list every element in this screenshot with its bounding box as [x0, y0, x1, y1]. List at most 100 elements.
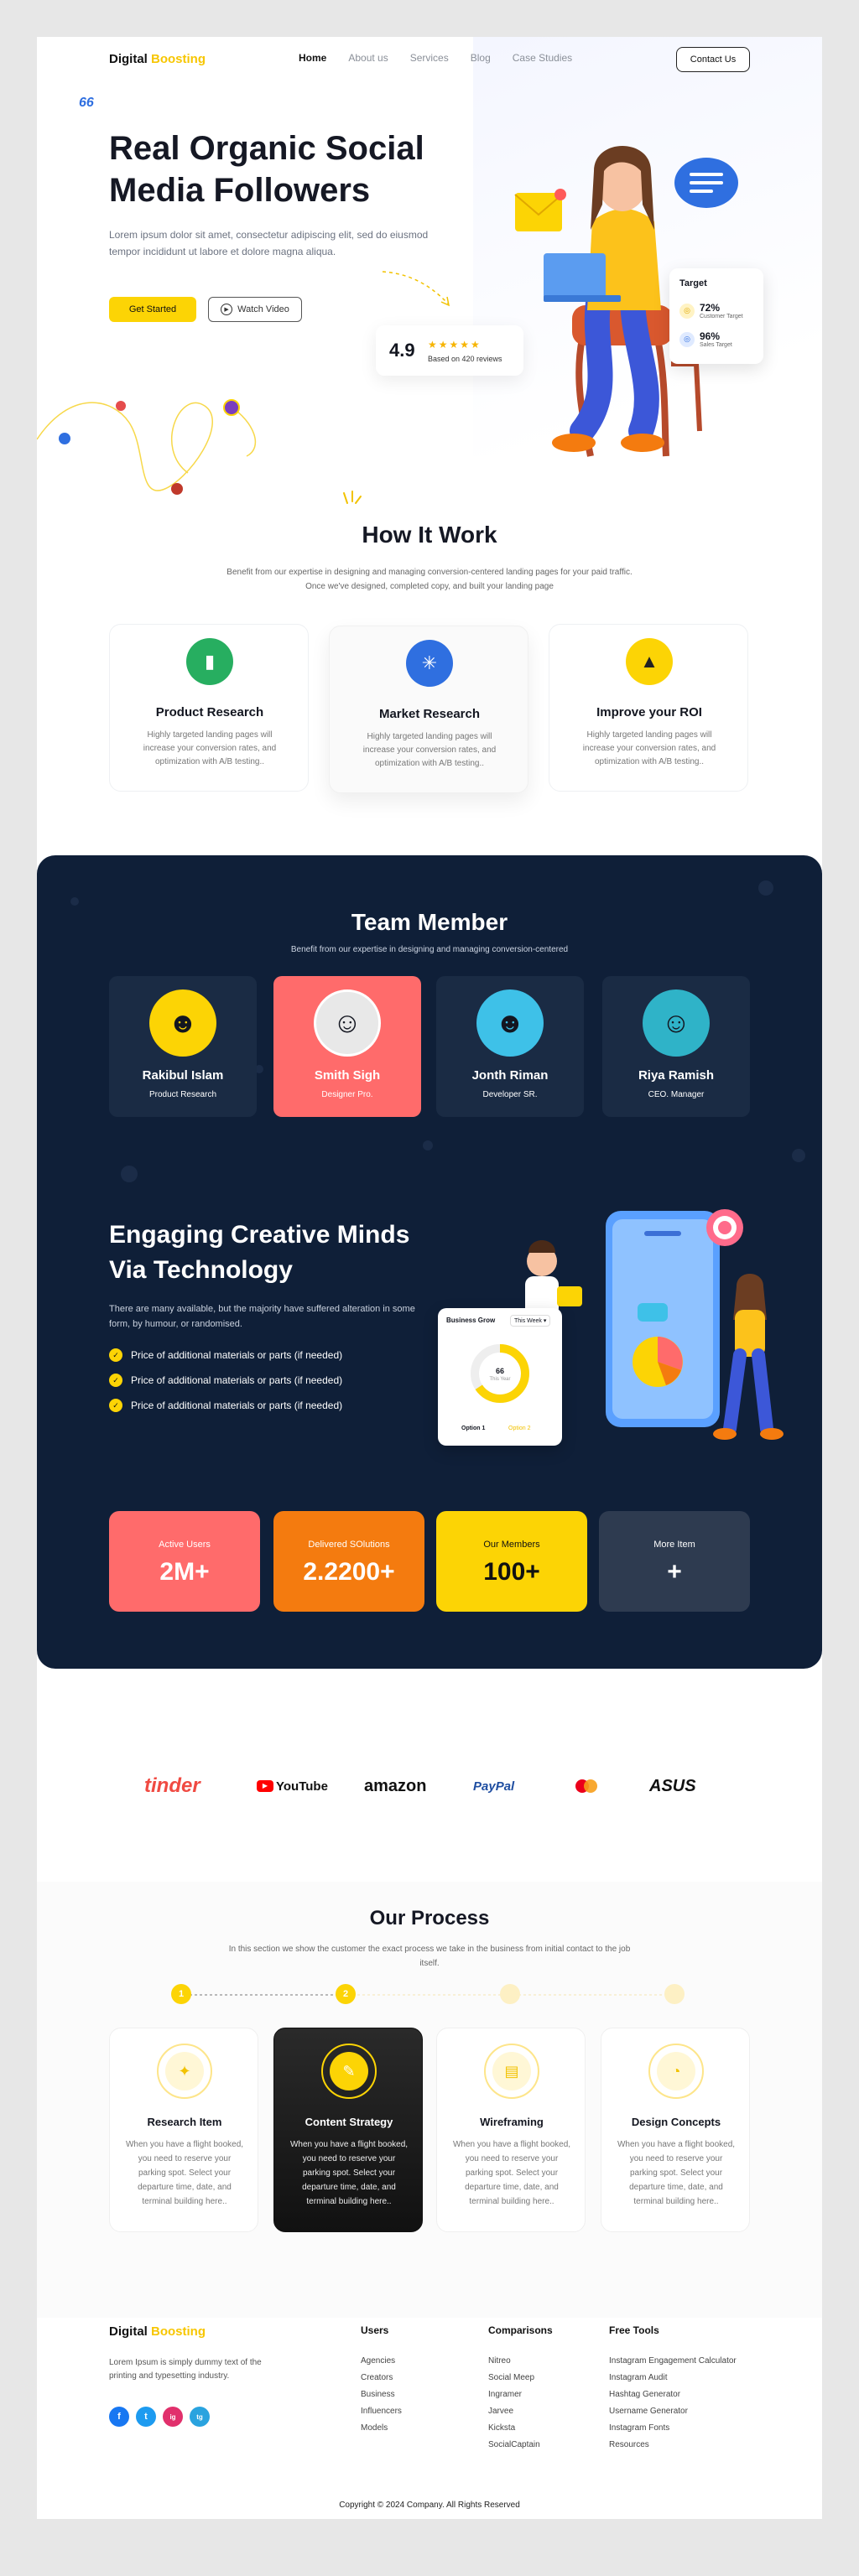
footer-link[interactable]: SocialCaptain — [488, 2437, 540, 2454]
nav-home[interactable]: Home — [299, 52, 326, 64]
paypal-logo: PayPal — [473, 1779, 515, 1794]
instagram-icon[interactable]: ig — [163, 2407, 183, 2427]
customer-target-value: 72% — [700, 302, 721, 314]
footer-link[interactable]: Jarvee — [488, 2403, 540, 2420]
dashed-arrow — [382, 271, 450, 307]
footer-col-title: Comparisons — [488, 2324, 553, 2336]
card-text: Highly targeted landing pages will incre… — [362, 732, 497, 768]
customer-target-label: Customer Target — [700, 314, 743, 319]
footer-link[interactable]: Creators — [361, 2370, 402, 2386]
avatar-dot — [116, 401, 126, 411]
footer-col-free-tools: Instagram Engagement Calculator Instagra… — [609, 2353, 737, 2454]
get-started-button[interactable]: Get Started — [109, 297, 196, 322]
footer-link[interactable]: Agencies — [361, 2353, 402, 2370]
decor-dot — [70, 897, 79, 906]
decor-dot — [758, 880, 773, 896]
process-card-text: When you have a flight booked, you need … — [289, 2140, 409, 2206]
hero-title: Real Organic Social Media Followers — [109, 130, 424, 209]
telegram-icon[interactable]: tg — [190, 2407, 210, 2427]
widget-title: Business Grow — [446, 1317, 496, 1324]
process-step[interactable] — [664, 1984, 685, 2004]
footer-link[interactable]: Instagram Audit — [609, 2370, 737, 2386]
process-card-text: When you have a flight booked, you need … — [617, 2140, 736, 2206]
process-step[interactable]: 1 — [171, 1984, 191, 2004]
team-card[interactable]: ☻ Jonth Riman Developer SR. — [436, 976, 584, 1117]
process-card-title: Research Item — [147, 2116, 222, 2128]
watch-video-button[interactable]: ▶ Watch Video — [208, 297, 302, 322]
sales-target-label: Sales Target — [700, 342, 732, 348]
sales-target-value: 96% — [700, 330, 721, 342]
avatar-dot — [223, 399, 240, 416]
check-icon: ✓ — [109, 1399, 122, 1412]
footer-link[interactable]: Instagram Engagement Calculator — [609, 2353, 737, 2370]
option-1[interactable]: Option 1 — [461, 1426, 485, 1431]
process-step[interactable]: 2 — [336, 1984, 356, 2004]
process-step[interactable] — [500, 1984, 520, 2004]
footer-link[interactable]: Resources — [609, 2437, 737, 2454]
check-item: ✓ Price of additional materials or parts … — [109, 1374, 342, 1387]
team-card[interactable]: ☻ Rakibul Islam Product Research — [109, 976, 257, 1117]
footer-link[interactable]: Kicksta — [488, 2420, 540, 2437]
stat-more-item[interactable]: More Item + — [599, 1511, 750, 1612]
hero-text: Lorem ipsum dolor sit amet, consectetur … — [109, 229, 429, 257]
footer-link[interactable]: Hashtag Generator — [609, 2386, 737, 2403]
market-research-card[interactable]: ✳ Market Research Highly targeted landin… — [329, 626, 528, 793]
logo-part2: Boosting — [151, 2324, 206, 2339]
avatar-dot — [171, 483, 183, 495]
product-research-card[interactable]: ▮ Product Research Highly targeted landi… — [109, 624, 309, 792]
donut-label: This Year — [489, 1377, 511, 1382]
logo[interactable]: Digital Boosting — [109, 52, 206, 66]
nav-services[interactable]: Services — [410, 52, 449, 64]
play-icon: ▶ — [221, 304, 233, 315]
how-it-work-title: How It Work — [362, 522, 497, 548]
process-card-title: Content Strategy — [305, 2116, 393, 2128]
target-stat-sales: ◎ 96% Sales Target — [679, 330, 732, 348]
period-label: This Week — [514, 1318, 542, 1324]
footer-link[interactable]: Ingramer — [488, 2386, 540, 2403]
tinder-logo: tinder — [144, 1774, 200, 1797]
customer-icon: ◎ — [679, 303, 695, 319]
icon-ring: ▤ — [484, 2044, 539, 2099]
decor-dot — [423, 1140, 433, 1150]
process-card[interactable]: ✦ Research Item When you have a flight b… — [109, 2028, 258, 2232]
footer-link[interactable]: Business — [361, 2386, 402, 2403]
option-2[interactable]: Option 2 — [508, 1426, 530, 1431]
process-card[interactable]: ▤ Wireframing When you have a flight boo… — [436, 2028, 586, 2232]
improve-roi-card[interactable]: ▲ Improve your ROI Highly targeted landi… — [549, 624, 748, 792]
nav-about[interactable]: About us — [348, 52, 388, 64]
growth-icon: ▲ — [626, 638, 673, 685]
stat-value: 2.2200+ — [303, 1558, 395, 1586]
process-card-title: Design Concepts — [631, 2116, 721, 2128]
logo-part1: Digital — [109, 52, 148, 66]
team-card[interactable]: ☺ Smith Sigh Designer Pro. — [273, 976, 421, 1117]
stat-label: Active Users — [159, 1540, 211, 1550]
footer-link[interactable]: Instagram Fonts — [609, 2420, 737, 2437]
footer-link[interactable]: Models — [361, 2420, 402, 2437]
period-select[interactable]: This Week ▾ — [510, 1315, 551, 1327]
facebook-icon[interactable]: f — [109, 2407, 129, 2427]
member-name: Rakibul Islam — [142, 1068, 224, 1083]
logo-part2: Boosting — [151, 52, 206, 66]
footer-link[interactable]: Nitreo — [488, 2353, 540, 2370]
check-icon: ✓ — [109, 1348, 122, 1362]
team-card[interactable]: ☺ Riya Ramish CEO. Manager — [602, 976, 750, 1117]
youtube-text: YouTube — [276, 1779, 328, 1794]
process-card[interactable]: ◔ Design Concepts When you have a flight… — [601, 2028, 750, 2232]
check-label: Price of additional materials or parts (… — [131, 1349, 343, 1361]
mastercard-circle-orange — [584, 1779, 597, 1793]
nav-case-studies[interactable]: Case Studies — [513, 52, 572, 64]
pie-chart-icon: ◔ — [657, 2052, 695, 2090]
avatar: ☻ — [149, 989, 216, 1057]
footer-link[interactable]: Influencers — [361, 2403, 402, 2420]
twitter-icon[interactable]: t — [136, 2407, 156, 2427]
engaging-title: Engaging Creative Minds Via Technology — [109, 1221, 410, 1284]
footer-link[interactable]: Username Generator — [609, 2403, 737, 2420]
check-item: ✓ Price of additional materials or parts … — [109, 1348, 342, 1362]
cursor-click-icon: ✳ — [406, 640, 453, 687]
footer-logo[interactable]: Digital Boosting — [109, 2324, 206, 2339]
footer-col-title: Users — [361, 2324, 389, 2336]
process-card-active[interactable]: ✎ Content Strategy When you have a fligh… — [273, 2028, 423, 2232]
contact-button[interactable]: Contact Us — [676, 47, 750, 72]
footer-link[interactable]: Social Meep — [488, 2370, 540, 2386]
nav-blog[interactable]: Blog — [471, 52, 491, 64]
